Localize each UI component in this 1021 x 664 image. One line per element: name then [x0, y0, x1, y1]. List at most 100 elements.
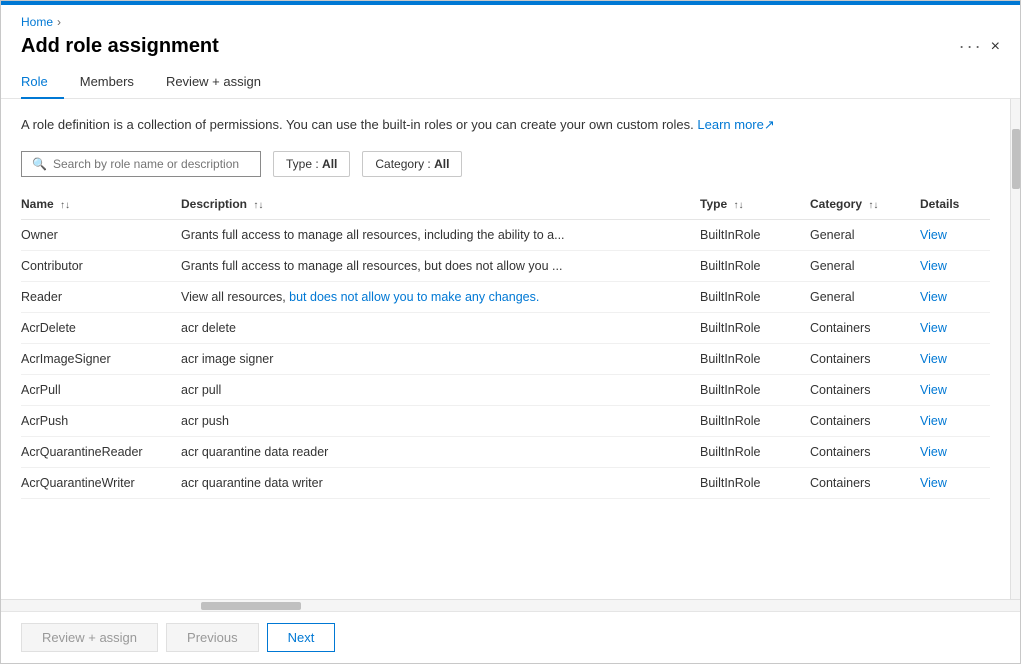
- cell-name: Reader: [21, 281, 181, 312]
- main-window: Home › Add role assignment ··· × Role Me…: [0, 0, 1021, 664]
- breadcrumb-home[interactable]: Home: [21, 15, 53, 29]
- main-content: A role definition is a collection of per…: [1, 99, 1010, 599]
- content-area: A role definition is a collection of per…: [1, 99, 1020, 599]
- tab-review-assign[interactable]: Review + assign: [166, 66, 277, 99]
- cell-details[interactable]: View: [920, 467, 990, 498]
- cell-details[interactable]: View: [920, 436, 990, 467]
- view-link[interactable]: View: [920, 259, 947, 273]
- search-input[interactable]: [53, 157, 250, 171]
- previous-button[interactable]: Previous: [166, 623, 259, 652]
- review-assign-button[interactable]: Review + assign: [21, 623, 158, 652]
- view-link[interactable]: View: [920, 414, 947, 428]
- view-link[interactable]: View: [920, 290, 947, 304]
- view-link[interactable]: View: [920, 383, 947, 397]
- table-row[interactable]: AcrPullacr pullBuiltInRoleContainersView: [21, 374, 990, 405]
- view-link[interactable]: View: [920, 352, 947, 366]
- search-icon: 🔍: [32, 157, 47, 171]
- col-header-type[interactable]: Type ↑↓: [700, 189, 810, 220]
- search-box[interactable]: 🔍: [21, 151, 261, 177]
- cell-description: acr quarantine data reader: [181, 436, 700, 467]
- horizontal-scrollbar[interactable]: [1, 599, 1020, 611]
- view-link[interactable]: View: [920, 476, 947, 490]
- category-filter-button[interactable]: Category : All: [362, 151, 462, 177]
- cell-details[interactable]: View: [920, 281, 990, 312]
- sort-icon-category: ↑↓: [868, 200, 878, 211]
- cell-type: BuiltInRole: [700, 343, 810, 374]
- cell-name: AcrDelete: [21, 312, 181, 343]
- cell-details[interactable]: View: [920, 343, 990, 374]
- more-options-icon[interactable]: ···: [959, 36, 983, 57]
- cell-description: Grants full access to manage all resourc…: [181, 219, 700, 250]
- table-row[interactable]: AcrQuarantineWriteracr quarantine data w…: [21, 467, 990, 498]
- roles-table: Name ↑↓ Description ↑↓ Type ↑↓ Categor: [21, 189, 990, 499]
- view-link[interactable]: View: [920, 228, 947, 242]
- cell-type: BuiltInRole: [700, 312, 810, 343]
- description-text: A role definition is a collection of per…: [21, 115, 990, 135]
- table-row[interactable]: AcrDeleteacr deleteBuiltInRoleContainers…: [21, 312, 990, 343]
- title-row: Add role assignment ··· ×: [21, 35, 1000, 58]
- cell-category: Containers: [810, 405, 920, 436]
- cell-description: acr quarantine data writer: [181, 467, 700, 498]
- scrollbar-thumb[interactable]: [1012, 129, 1020, 189]
- breadcrumb: Home ›: [21, 15, 1000, 29]
- cell-type: BuiltInRole: [700, 281, 810, 312]
- cell-category: Containers: [810, 374, 920, 405]
- cell-description: acr pull: [181, 374, 700, 405]
- table-row[interactable]: AcrPushacr pushBuiltInRoleContainersView: [21, 405, 990, 436]
- cell-name: AcrQuarantineWriter: [21, 467, 181, 498]
- cell-type: BuiltInRole: [700, 405, 810, 436]
- cell-type: BuiltInRole: [700, 250, 810, 281]
- title-actions: ··· ×: [959, 36, 1000, 57]
- cell-description: Grants full access to manage all resourc…: [181, 250, 700, 281]
- col-header-name[interactable]: Name ↑↓: [21, 189, 181, 220]
- cell-details[interactable]: View: [920, 219, 990, 250]
- view-link[interactable]: View: [920, 445, 947, 459]
- table-header: Name ↑↓ Description ↑↓ Type ↑↓ Categor: [21, 189, 990, 220]
- cell-description: acr delete: [181, 312, 700, 343]
- col-header-details: Details: [920, 189, 990, 220]
- sort-icon-type: ↑↓: [733, 200, 743, 211]
- table-row[interactable]: AcrQuarantineReaderacr quarantine data r…: [21, 436, 990, 467]
- footer: Review + assign Previous Next: [1, 611, 1020, 663]
- cell-name: Contributor: [21, 250, 181, 281]
- learn-more-link[interactable]: Learn more↗: [697, 117, 774, 132]
- cell-name: AcrPull: [21, 374, 181, 405]
- cell-details[interactable]: View: [920, 405, 990, 436]
- table-row[interactable]: ContributorGrants full access to manage …: [21, 250, 990, 281]
- cell-category: Containers: [810, 343, 920, 374]
- table-body: OwnerGrants full access to manage all re…: [21, 219, 990, 498]
- tab-members[interactable]: Members: [80, 66, 150, 99]
- cell-type: BuiltInRole: [700, 374, 810, 405]
- next-button[interactable]: Next: [267, 623, 336, 652]
- cell-name: Owner: [21, 219, 181, 250]
- tab-role[interactable]: Role: [21, 66, 64, 99]
- breadcrumb-separator: ›: [57, 15, 61, 29]
- cell-description: View all resources, but does not allow y…: [181, 281, 700, 312]
- table-row[interactable]: ReaderView all resources, but does not a…: [21, 281, 990, 312]
- view-link[interactable]: View: [920, 321, 947, 335]
- header: Home › Add role assignment ··· × Role Me…: [1, 5, 1020, 99]
- cell-details[interactable]: View: [920, 374, 990, 405]
- cell-type: BuiltInRole: [700, 436, 810, 467]
- sort-icon-description: ↑↓: [253, 200, 263, 211]
- col-header-description[interactable]: Description ↑↓: [181, 189, 700, 220]
- cell-category: General: [810, 219, 920, 250]
- cell-details[interactable]: View: [920, 312, 990, 343]
- col-header-category[interactable]: Category ↑↓: [810, 189, 920, 220]
- type-filter-button[interactable]: Type : All: [273, 151, 350, 177]
- close-button[interactable]: ×: [991, 39, 1000, 55]
- cell-category: Containers: [810, 436, 920, 467]
- vertical-scrollbar[interactable]: [1010, 99, 1020, 599]
- cell-description: acr push: [181, 405, 700, 436]
- cell-name: AcrPush: [21, 405, 181, 436]
- cell-description: acr image signer: [181, 343, 700, 374]
- hscroll-thumb[interactable]: [201, 602, 301, 610]
- table-row[interactable]: OwnerGrants full access to manage all re…: [21, 219, 990, 250]
- cell-details[interactable]: View: [920, 250, 990, 281]
- cell-category: General: [810, 281, 920, 312]
- tabs: Role Members Review + assign: [21, 66, 1000, 98]
- table-row[interactable]: AcrImageSigneracr image signerBuiltInRol…: [21, 343, 990, 374]
- sort-icon-name: ↑↓: [60, 200, 70, 211]
- cell-category: General: [810, 250, 920, 281]
- cell-name: AcrImageSigner: [21, 343, 181, 374]
